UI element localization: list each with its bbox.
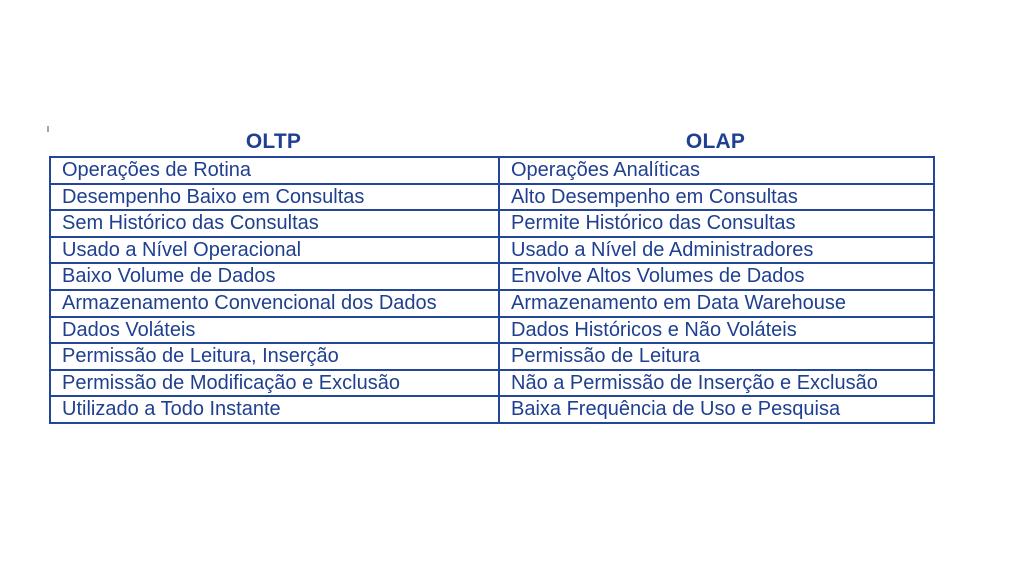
olap-cell: Dados Históricos e Não Voláteis [498, 315, 935, 345]
olap-cell: Permite Histórico das Consultas [498, 209, 935, 238]
oltp-cell: Baixo Volume de Dados [49, 262, 500, 291]
table-row: Desempenho Baixo em Consultas Alto Desem… [49, 182, 935, 212]
olap-heading: OLAP [685, 130, 746, 153]
oltp-cell: Desempenho Baixo em Consultas [49, 182, 500, 212]
table-row: Permissão de Modificação e Exclusão Não … [49, 368, 935, 398]
oltp-olap-comparison-table: Operações de Rotina Operações Analíticas… [49, 156, 935, 424]
table-row: Utilizado a Todo Instante Baixa Frequênc… [49, 395, 935, 424]
olap-cell: Usado a Nível de Administradores [498, 235, 935, 265]
table-row: Dados Voláteis Dados Históricos e Não Vo… [49, 315, 935, 345]
olap-cell: Baixa Frequência de Uso e Pesquisa [498, 395, 935, 424]
olap-cell: Operações Analíticas [498, 156, 935, 185]
table-row: Sem Histórico das Consultas Permite Hist… [49, 209, 935, 238]
table-row: Permissão de Leitura, Inserção Permissão… [49, 342, 935, 371]
table-row: Armazenamento Convencional dos Dados Arm… [49, 288, 935, 318]
olap-cell: Armazenamento em Data Warehouse [498, 288, 935, 318]
olap-cell: Envolve Altos Volumes de Dados [498, 262, 935, 291]
oltp-cell: Sem Histórico das Consultas [49, 209, 500, 238]
table-row: Baixo Volume de Dados Envolve Altos Volu… [49, 262, 935, 291]
comparison-headers: OLTP OLAP [49, 128, 933, 156]
oltp-cell: Utilizado a Todo Instante [49, 395, 500, 424]
table-row: Usado a Nível Operacional Usado a Nível … [49, 235, 935, 265]
oltp-cell: Permissão de Modificação e Exclusão [49, 368, 500, 398]
olap-cell: Alto Desempenho em Consultas [498, 182, 935, 212]
oltp-cell: Operações de Rotina [49, 156, 500, 185]
oltp-cell: Dados Voláteis [49, 315, 500, 345]
olap-cell: Não a Permissão de Inserção e Exclusão [498, 368, 935, 398]
oltp-cell: Permissão de Leitura, Inserção [49, 342, 500, 371]
oltp-cell: Armazenamento Convencional dos Dados [49, 288, 500, 318]
table-row: Operações de Rotina Operações Analíticas [49, 156, 935, 185]
olap-cell: Permissão de Leitura [498, 342, 935, 371]
oltp-cell: Usado a Nível Operacional [49, 235, 500, 265]
oltp-heading: OLTP [245, 130, 302, 153]
